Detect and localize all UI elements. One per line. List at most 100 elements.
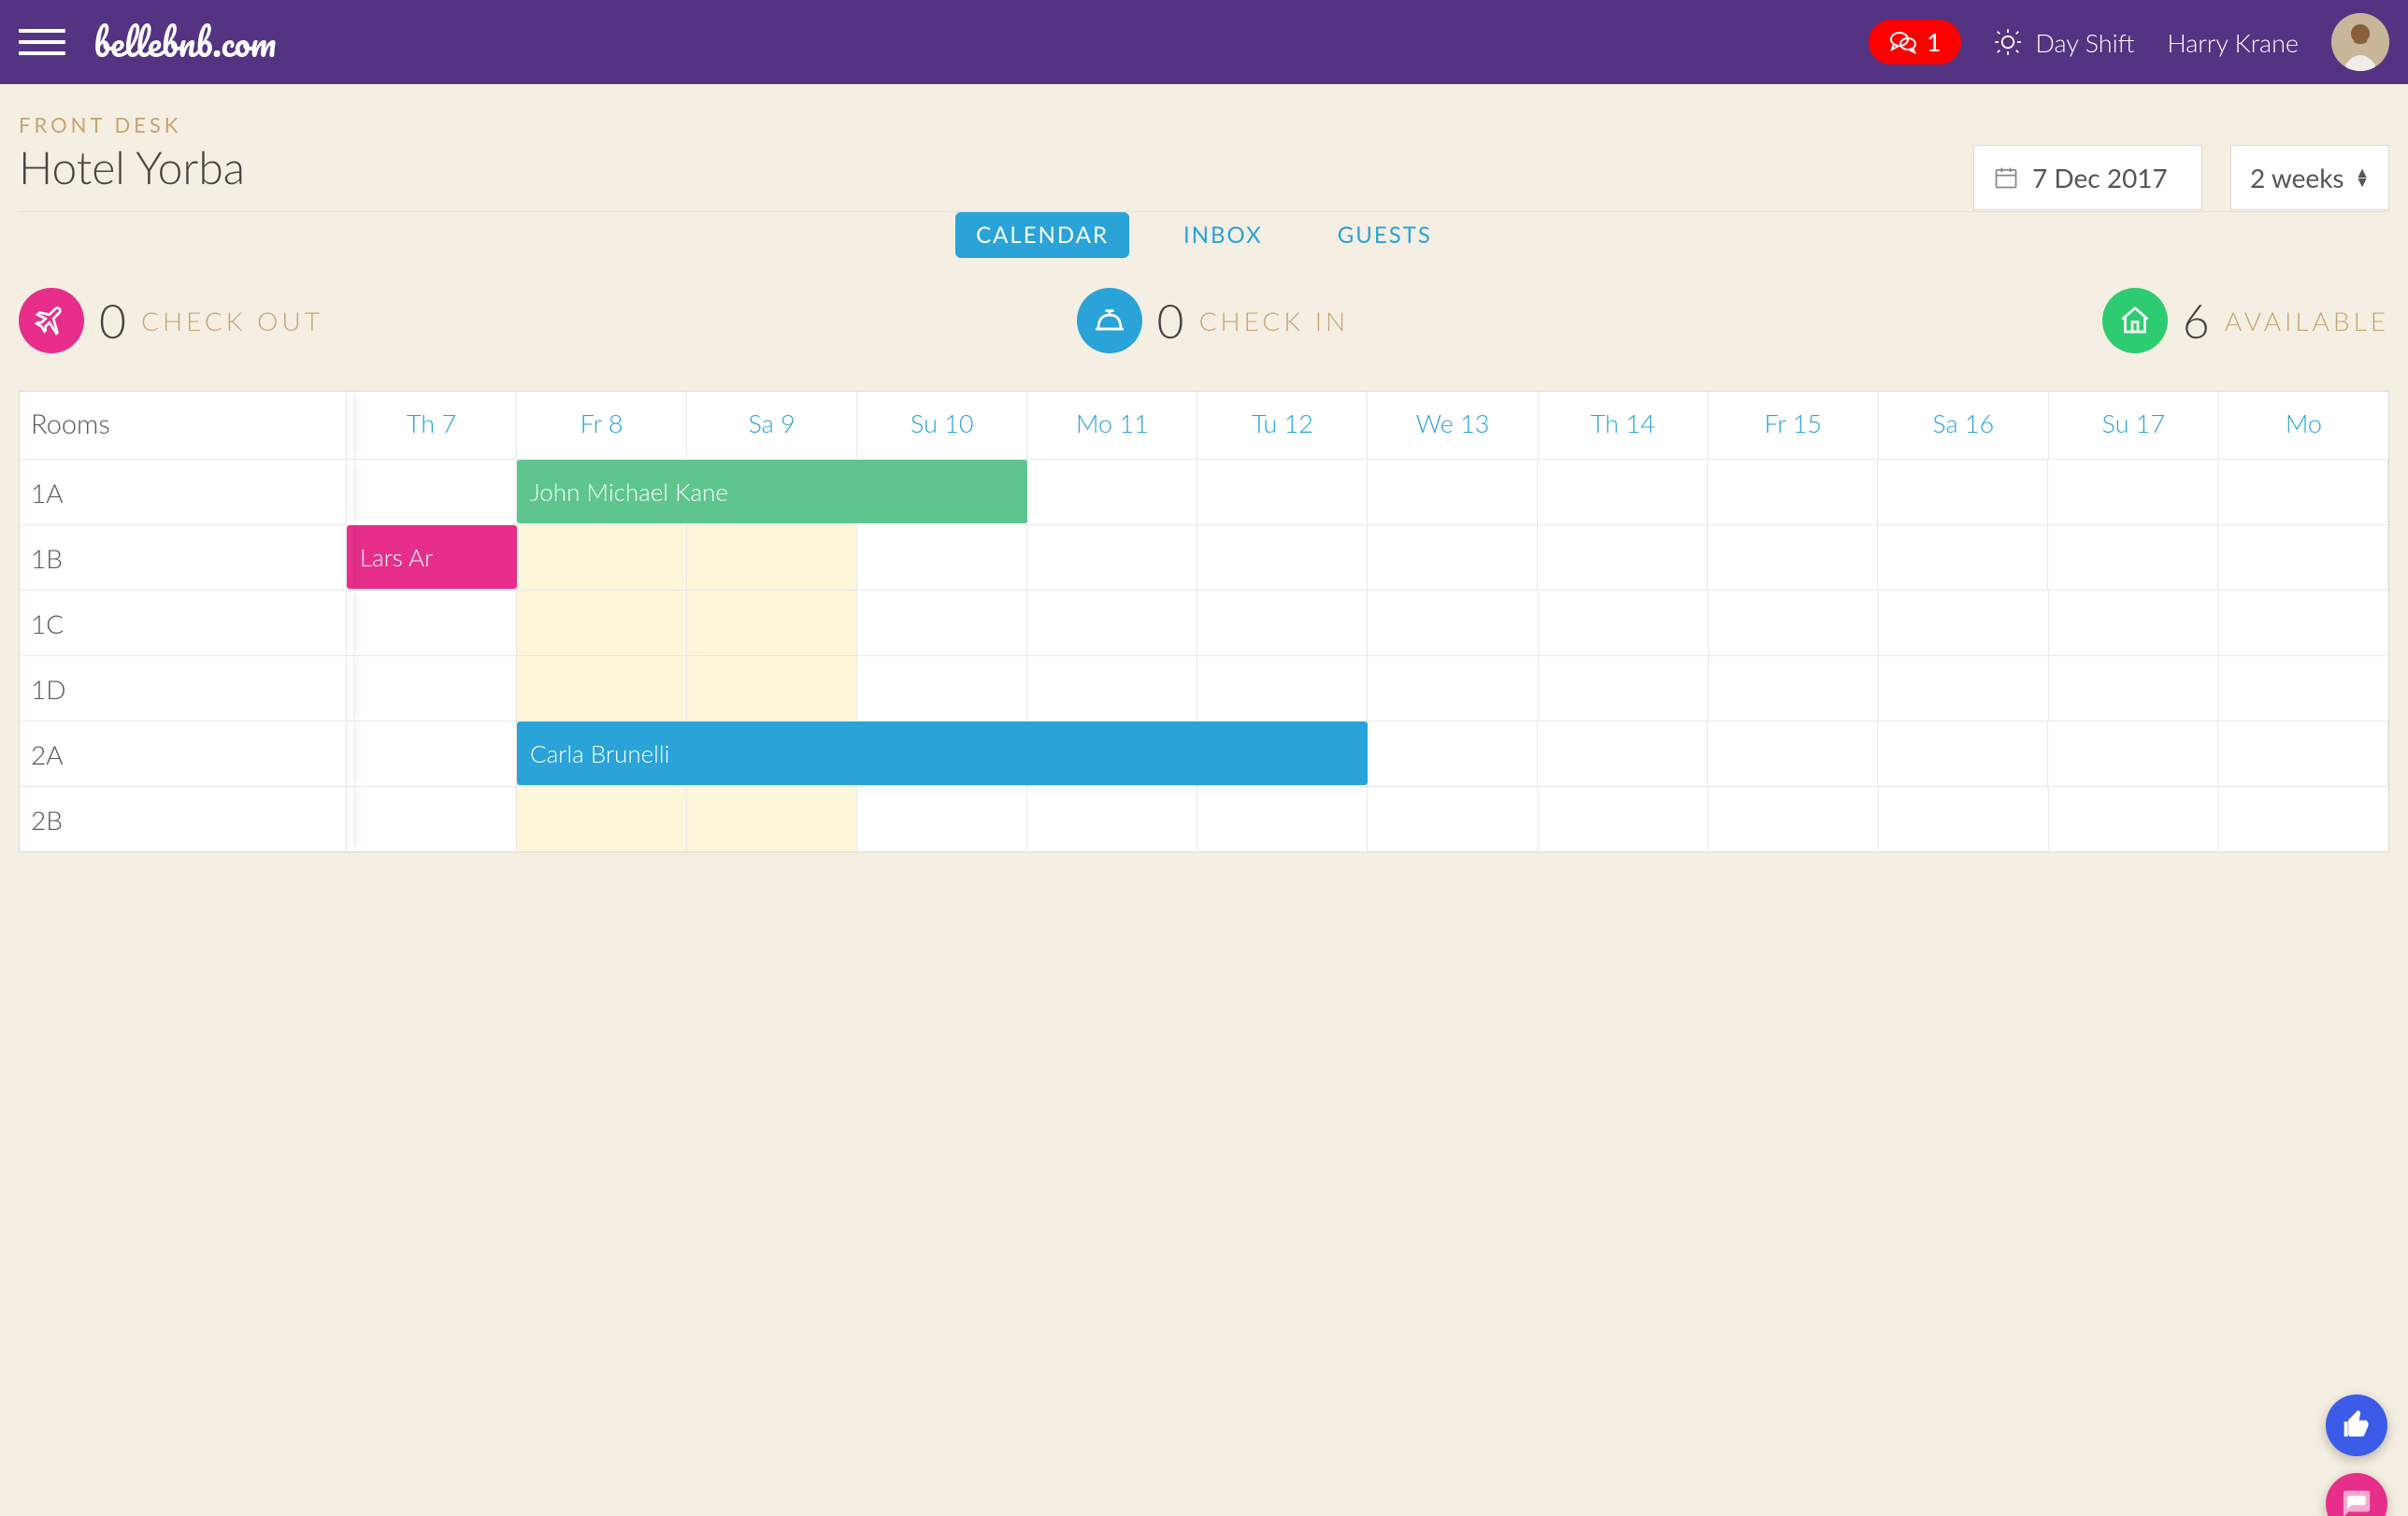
grid-cell[interactable] xyxy=(1197,460,1368,524)
day-header[interactable]: Th 7 xyxy=(347,392,517,459)
grid-cell[interactable] xyxy=(1197,656,1368,721)
grid-cell[interactable] xyxy=(1878,460,2048,524)
grid-cell[interactable] xyxy=(1368,525,1538,590)
grid-cell[interactable] xyxy=(857,591,1027,655)
grid-cell[interactable] xyxy=(2048,525,2218,590)
stat-checkout[interactable]: 0 CHECK OUT xyxy=(19,288,323,353)
breadcrumb: FRONT DESK xyxy=(19,112,2389,137)
grid-cell[interactable] xyxy=(2218,525,2388,590)
day-header[interactable]: Mo xyxy=(2219,392,2388,459)
day-header[interactable]: Tu 12 xyxy=(1197,392,1368,459)
avatar[interactable] xyxy=(2331,13,2389,71)
grid-cell[interactable] xyxy=(1027,787,1197,851)
day-header[interactable]: Sa 16 xyxy=(1879,392,2049,459)
day-header[interactable]: Sa 9 xyxy=(687,392,857,459)
grid-cell[interactable] xyxy=(347,591,517,655)
grid-cell[interactable] xyxy=(1539,656,1709,721)
grid-cells: John Michael Kane xyxy=(347,460,2388,524)
grid-cell[interactable] xyxy=(1368,591,1538,655)
grid-cell[interactable] xyxy=(1709,656,1879,721)
like-fab[interactable] xyxy=(2326,1394,2387,1456)
grid-cell[interactable] xyxy=(517,787,687,851)
grid-cell[interactable] xyxy=(2049,656,2219,721)
grid-cell[interactable] xyxy=(1368,787,1538,851)
grid-cell[interactable] xyxy=(1197,525,1368,590)
room-label: 2B xyxy=(20,787,347,851)
booking[interactable]: John Michael Kane xyxy=(517,460,1027,523)
grid-cell[interactable] xyxy=(2048,460,2218,524)
notification-pill[interactable]: 1 xyxy=(1869,20,1961,64)
grid-cell[interactable] xyxy=(687,591,857,655)
grid-cell[interactable] xyxy=(2048,722,2218,786)
grid-cell[interactable] xyxy=(1708,460,1878,524)
grid-cell[interactable] xyxy=(1879,787,2049,851)
grid-cell[interactable] xyxy=(347,722,517,786)
grid-cell[interactable] xyxy=(2218,460,2388,524)
day-header[interactable]: Su 10 xyxy=(857,392,1027,459)
grid-cell[interactable] xyxy=(857,787,1027,851)
grid-cell[interactable] xyxy=(1027,460,1197,524)
grid-cell[interactable] xyxy=(347,460,517,524)
grid-cell[interactable] xyxy=(1539,787,1709,851)
chat-fab[interactable] xyxy=(2326,1473,2387,1516)
avatar-image xyxy=(2331,13,2389,71)
grid-cell[interactable] xyxy=(1027,525,1197,590)
range-select[interactable]: 2 weeks ▲▼ xyxy=(2230,145,2389,210)
grid-cell[interactable] xyxy=(2219,591,2388,655)
grid-cell[interactable] xyxy=(1708,722,1878,786)
tab-inbox[interactable]: INBOX xyxy=(1163,212,1283,258)
grid-cell[interactable] xyxy=(1197,787,1368,851)
day-header[interactable]: Fr 15 xyxy=(1709,392,1879,459)
grid-cell[interactable] xyxy=(687,787,857,851)
day-header[interactable]: Mo 11 xyxy=(1027,392,1197,459)
grid-cell[interactable] xyxy=(1709,787,1879,851)
booking[interactable]: Carla Brunelli xyxy=(517,722,1368,785)
grid-cell[interactable] xyxy=(2049,787,2219,851)
grid-cell[interactable] xyxy=(1878,722,2048,786)
user-name[interactable]: Harry Krane xyxy=(2167,27,2299,58)
grid-cell[interactable] xyxy=(2219,787,2388,851)
grid-cell[interactable] xyxy=(517,591,687,655)
grid-cell[interactable] xyxy=(1368,656,1538,721)
day-header[interactable]: Su 17 xyxy=(2049,392,2219,459)
booking[interactable]: Lars Ar xyxy=(347,525,517,589)
grid-cell[interactable] xyxy=(517,525,687,590)
grid-cell[interactable] xyxy=(2218,722,2388,786)
date-picker[interactable]: 7 Dec 2017 xyxy=(1973,145,2202,210)
grid-cell[interactable] xyxy=(687,656,857,721)
day-header[interactable]: We 13 xyxy=(1368,392,1538,459)
grid-cell[interactable] xyxy=(1197,591,1368,655)
grid-cell[interactable] xyxy=(1709,591,1879,655)
grid-cell[interactable] xyxy=(1708,525,1878,590)
stat-available[interactable]: 6 AVAILABLE xyxy=(2102,288,2389,353)
calendar-grid: Rooms Th 7Fr 8Sa 9Su 10Mo 11Tu 12We 13Th… xyxy=(19,391,2389,852)
grid-cell[interactable] xyxy=(1538,525,1708,590)
grid-cell[interactable] xyxy=(347,787,517,851)
grid-cell[interactable] xyxy=(1879,656,2049,721)
tab-calendar[interactable]: CALENDAR xyxy=(955,212,1129,258)
grid-cell[interactable] xyxy=(1539,591,1709,655)
grid-cell[interactable] xyxy=(1368,722,1538,786)
grid-cell[interactable] xyxy=(1538,460,1708,524)
day-header[interactable]: Fr 8 xyxy=(517,392,687,459)
grid-cell[interactable] xyxy=(1368,460,1538,524)
logo[interactable]: bellebnb.com xyxy=(93,11,276,74)
room-label: 1B xyxy=(20,525,347,590)
grid-cell[interactable] xyxy=(857,656,1027,721)
grid-cell[interactable] xyxy=(857,525,1027,590)
day-header[interactable]: Th 14 xyxy=(1539,392,1709,459)
grid-cell[interactable] xyxy=(2219,656,2388,721)
grid-cell[interactable] xyxy=(1027,591,1197,655)
grid-cell[interactable] xyxy=(1879,591,2049,655)
tab-guests[interactable]: GUESTS xyxy=(1317,212,1453,258)
grid-cell[interactable] xyxy=(687,525,857,590)
grid-cell[interactable] xyxy=(347,656,517,721)
shift-toggle[interactable]: Day Shift xyxy=(1994,27,2134,58)
menu-icon[interactable] xyxy=(19,23,65,61)
grid-cell[interactable] xyxy=(2049,591,2219,655)
grid-cell[interactable] xyxy=(1027,656,1197,721)
grid-cell[interactable] xyxy=(1878,525,2048,590)
grid-cell[interactable] xyxy=(1538,722,1708,786)
grid-cell[interactable] xyxy=(517,656,687,721)
stat-checkin[interactable]: 0 CHECK IN xyxy=(1077,288,1350,353)
